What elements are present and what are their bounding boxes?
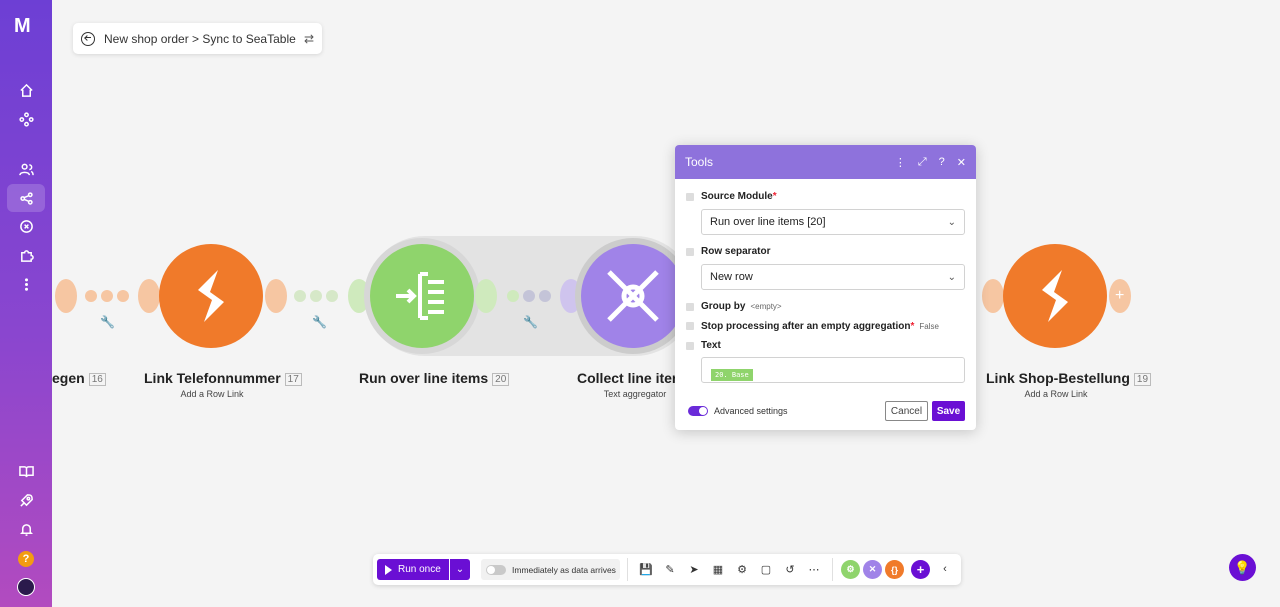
advanced-settings-label: Advanced settings [714,406,788,416]
add-module-icon[interactable]: + [1115,287,1124,305]
note-icon[interactable]: ▢ [759,562,773,576]
connector-ear [265,279,287,313]
rocket-icon[interactable] [7,486,45,514]
chevron-down-icon: ⌄ [947,271,956,283]
schedule-switch[interactable] [486,564,506,575]
undo-icon[interactable]: ↺ [783,562,797,576]
source-module-select[interactable]: Run over line items [20] ⌄ [701,209,965,235]
cancel-button[interactable]: Cancel [885,401,928,421]
magic-wand-icon[interactable]: ✎ [663,562,677,576]
field-toggle[interactable] [686,342,694,350]
connector-ear [348,279,370,313]
tools-icon[interactable]: ✕ [863,560,882,579]
group-by-label: Group by <empty> [701,301,782,312]
source-module-label: Source Module* [701,191,777,202]
chevron-down-icon: ⌄ [947,216,956,228]
flow-icon[interactable]: ➤ [687,562,701,576]
run-options-dropdown[interactable]: ⌄ [450,559,470,580]
bell-icon[interactable] [7,515,45,543]
bottom-toolbar: Run once ⌄ Immediately as data arrives 💾… [373,554,961,585]
connector-dot [85,290,97,302]
make-logo[interactable]: M [14,16,40,36]
connector-ear [475,279,497,313]
home-icon[interactable] [7,76,45,104]
module-subtitle: Add a Row Link [1024,389,1088,399]
save-button[interactable]: Save [932,401,965,421]
connector-dot [117,290,129,302]
webhooks-icon[interactable] [7,212,45,240]
swap-icon[interactable]: ⇄ [304,32,314,46]
module-title[interactable]: Run over line items 20 [359,370,510,386]
field-toggle[interactable] [686,303,694,311]
seatable-module-icon[interactable] [159,244,263,348]
toolbar-divider [832,558,833,581]
avatar[interactable] [17,578,35,596]
advanced-settings-toggle[interactable] [688,406,708,416]
module-subtitle: Add a Row Link [180,389,244,399]
field-toggle[interactable] [686,248,694,256]
table-icon[interactable]: ▦ [711,562,725,576]
module-settings-panel: Tools ⋮ ⤢ ? ✕ Source Module* Run over li… [675,145,976,430]
module-subtitle: Text aggregator [603,389,667,399]
connector-dot [539,290,551,302]
breadcrumb: New shop order > Sync to SeaTable ⇄ [73,23,322,54]
help-icon[interactable]: ? [939,156,945,169]
text-parser-icon[interactable]: {} [885,560,904,579]
connector-dot [507,290,519,302]
field-toggle[interactable] [686,193,694,201]
share-icon[interactable] [7,184,45,212]
row-separator-select[interactable]: New row ⌄ [701,264,965,290]
connector-dot [326,290,338,302]
more-icon[interactable]: ⋯ [807,562,821,576]
lightbulb-icon[interactable]: 💡 [1229,554,1256,581]
toolbar-divider [627,558,628,581]
add-icon[interactable]: + [911,560,930,579]
expand-icon[interactable]: ⤢ [918,156,927,169]
wrench-icon[interactable]: 🔧 [523,315,538,329]
menu-icon[interactable]: ⋮ [895,156,906,169]
connector-ear [55,279,77,313]
iterator-module-icon[interactable] [370,244,474,348]
wrench-icon[interactable]: 🔧 [100,315,115,329]
book-icon[interactable] [7,457,45,485]
puzzle-icon[interactable] [7,241,45,269]
sidebar: M ? [0,0,52,607]
gear-icon[interactable]: ⚙ [735,562,749,576]
back-arrow-icon[interactable] [81,31,95,46]
mapped-value-pill[interactable]: 20. Base [711,369,753,381]
connector-dot [310,290,322,302]
wrench-icon[interactable]: 🔧 [312,315,327,329]
module-title[interactable]: egen 16 [52,370,106,386]
tools-module-icon[interactable] [581,244,685,348]
chevron-left-icon[interactable]: ‹ [938,562,952,576]
scenario-title[interactable]: New shop order > Sync to SeaTable [104,32,296,46]
panel-title: Tools [685,155,714,169]
text-label: Text [701,340,721,351]
connector-dot [294,290,306,302]
connector-dot [101,290,113,302]
text-field[interactable]: 20. Base [701,357,965,383]
scenarios-icon[interactable] [7,105,45,133]
seatable-module-icon[interactable] [1003,244,1107,348]
field-toggle[interactable] [686,322,694,330]
save-icon[interactable]: 💾 [639,562,653,576]
connector-ear [560,279,582,313]
router-icon[interactable]: ⚙ [841,560,860,579]
team-icon[interactable] [7,155,45,183]
panel-header: Tools ⋮ ⤢ ? ✕ [675,145,976,179]
connector-dot [523,290,535,302]
module-title[interactable]: Collect line iter [577,370,677,386]
module-title[interactable]: Link Shop-Bestellung 19 [986,370,1152,386]
connector-ear [982,279,1004,313]
help-icon[interactable]: ? [18,551,34,567]
row-separator-label: Row separator [701,246,771,257]
play-icon [385,564,392,575]
run-once-button[interactable]: Run once [377,559,449,580]
connector-ear [138,279,160,313]
module-title[interactable]: Link Telefonnummer 17 [144,370,302,386]
close-icon[interactable]: ✕ [957,156,966,169]
schedule-toggle[interactable]: Immediately as data arrives [481,559,620,580]
stop-processing-label: Stop processing after an empty aggregati… [701,321,939,332]
more-icon[interactable] [7,270,45,298]
